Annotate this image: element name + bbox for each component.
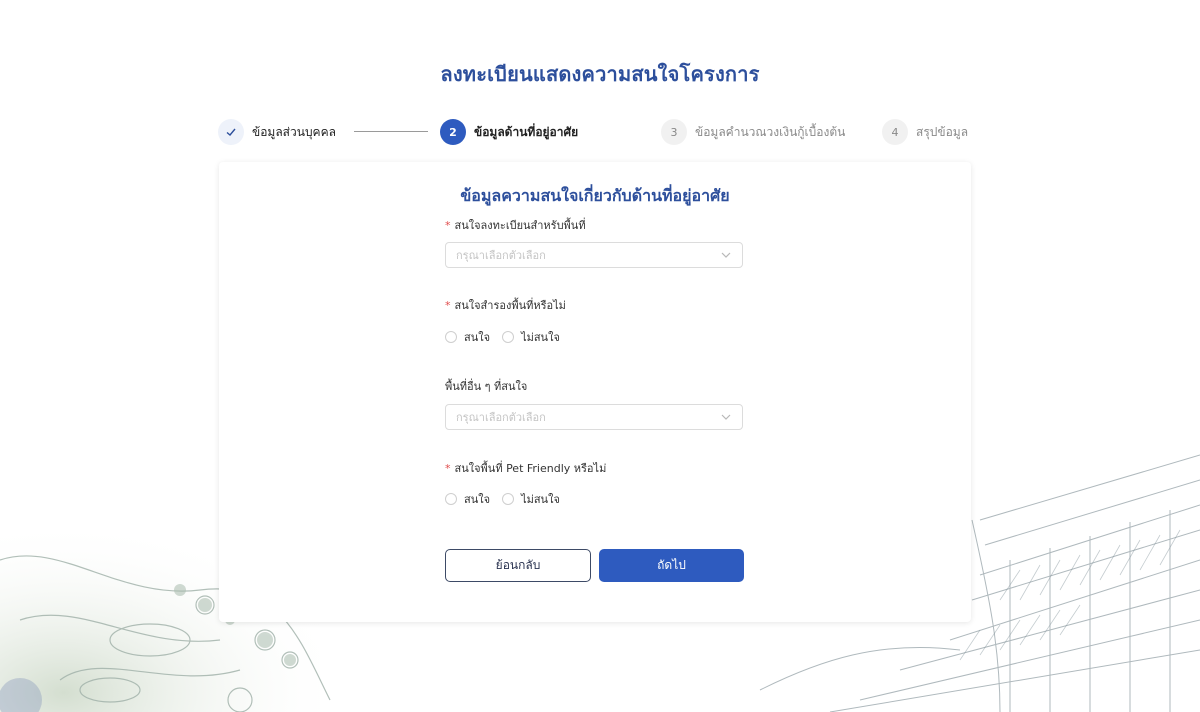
area-field-label: * สนใจลงทะเบียนสำหรับพื้นที่ — [445, 219, 586, 232]
required-mark: * — [445, 462, 451, 475]
step-housing-info: 2 ข้อมูลด้านที่อยู่อาศัย — [440, 118, 578, 146]
radio-circle[interactable] — [502, 331, 515, 343]
step-loan-calculation: 3 ข้อมูลคำนวณวงเงินกู้เบื้องต้น — [661, 118, 845, 146]
page-title: ลงทะเบียนแสดงความสนใจโครงการ — [440, 62, 760, 86]
other-area-field-label: พื้นที่อื่น ๆ ที่สนใจ — [445, 380, 528, 393]
step-number: 3 — [661, 119, 687, 145]
reserve-radio-group: สนใจ ไม่สนใจ — [445, 327, 572, 347]
progress-stepper: ข้อมูลส่วนบุคคล 2 ข้อมูลด้านที่อยู่อาศัย… — [218, 118, 978, 146]
form-card: ข้อมูลความสนใจเกี่ยวกับด้านที่อยู่อาศัย … — [219, 162, 971, 622]
step-label: สรุปข้อมูล — [916, 124, 969, 139]
pet-radio-interested[interactable]: สนใจ — [445, 490, 490, 508]
next-button[interactable]: ถัดไป — [599, 549, 744, 582]
area-select-placeholder: กรุณาเลือกตัวเลือก — [456, 249, 546, 262]
step-number: 4 — [882, 119, 908, 145]
other-area-select[interactable]: กรุณาเลือกตัวเลือก — [445, 404, 743, 430]
step-personal-info[interactable]: ข้อมูลส่วนบุคคล — [218, 118, 336, 146]
reserve-radio-interested[interactable]: สนใจ — [445, 328, 490, 346]
step-label: ข้อมูลด้านที่อยู่อาศัย — [474, 124, 579, 139]
step-label: ข้อมูลส่วนบุคคล — [252, 124, 336, 139]
required-mark: * — [445, 299, 451, 312]
radio-circle[interactable] — [445, 331, 457, 343]
pet-radio-group: สนใจ ไม่สนใจ — [445, 489, 572, 509]
reserve-field-label: * สนใจสำรองพื้นที่หรือไม่ — [445, 299, 566, 312]
pet-field-label: * สนใจพื้นที่ Pet Friendly หรือไม่ — [445, 462, 607, 475]
step-connector — [354, 131, 428, 132]
reserve-radio-not-interested[interactable]: ไม่สนใจ — [502, 328, 560, 346]
chevron-down-icon — [721, 252, 731, 258]
radio-circle[interactable] — [502, 493, 515, 505]
step-summary: 4 สรุปข้อมูล — [882, 118, 968, 146]
section-title: ข้อมูลความสนใจเกี่ยวกับด้านที่อยู่อาศัย — [460, 186, 730, 205]
chevron-down-icon — [721, 414, 731, 420]
step-number: 2 — [440, 119, 466, 145]
required-mark: * — [445, 219, 451, 232]
back-button[interactable]: ย้อนกลับ — [445, 549, 591, 582]
step-label: ข้อมูลคำนวณวงเงินกู้เบื้องต้น — [695, 124, 846, 139]
area-select[interactable]: กรุณาเลือกตัวเลือก — [445, 242, 743, 268]
radio-circle[interactable] — [445, 493, 457, 505]
check-icon — [218, 119, 244, 145]
other-area-select-placeholder: กรุณาเลือกตัวเลือก — [456, 411, 546, 424]
pet-radio-not-interested[interactable]: ไม่สนใจ — [502, 490, 560, 508]
